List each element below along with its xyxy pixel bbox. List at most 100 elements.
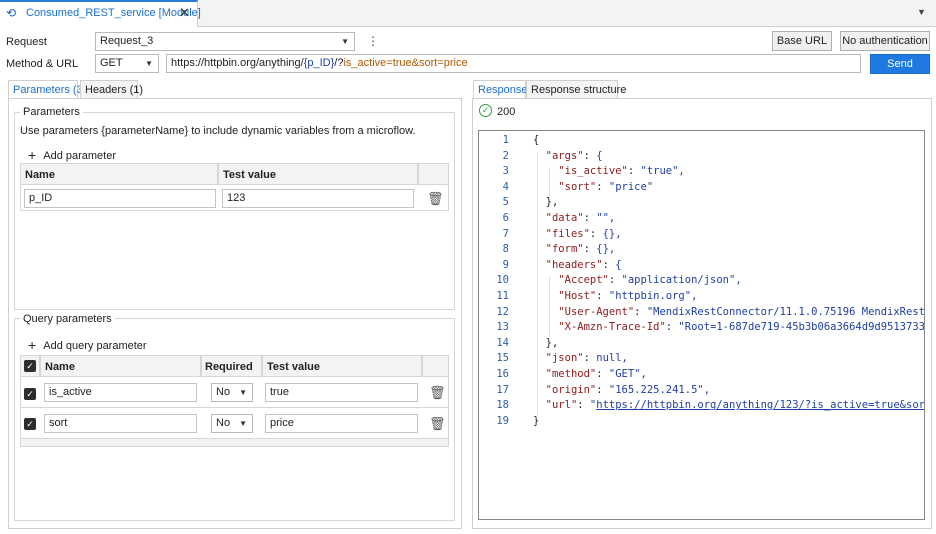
line-content: "url": "https://httpbin.org/anything/123… xyxy=(545,399,925,412)
grid-footer xyxy=(20,439,449,447)
required-select[interactable]: No ▼ xyxy=(211,414,253,433)
line-content: "X-Amzn-Trace-Id": "Root=1-687de719-45b3… xyxy=(558,321,925,334)
chevron-down-icon: ▼ xyxy=(341,37,349,46)
query-name-input[interactable]: is_active xyxy=(44,383,197,402)
parameters-group-title: Parameters xyxy=(20,106,83,118)
chevron-down-icon[interactable]: ▼ xyxy=(917,7,926,17)
code-line: 5 }, xyxy=(479,196,924,212)
rest-service-icon: ⟲ xyxy=(6,6,17,20)
add-query-parameter-button[interactable]: + Add query parameter xyxy=(28,336,147,353)
code-line: 11 "Host": "httpbin.org", xyxy=(479,290,924,306)
required-value: No xyxy=(216,386,231,398)
base-url-button[interactable]: Base URL xyxy=(772,31,832,51)
document-tab[interactable]: ⟲ Consumed_REST_service [Module] ✕ xyxy=(0,0,201,27)
check-circle-icon: ✓ xyxy=(479,104,492,117)
line-content: "is_active": "true", xyxy=(558,165,685,178)
send-button[interactable]: Send xyxy=(870,54,930,74)
line-number: 9 xyxy=(502,258,509,271)
code-line: 3 "is_active": "true", xyxy=(479,165,924,181)
document-tab-title: Consumed_REST_service [Module] xyxy=(26,7,201,19)
url-prefix: https://httpbin.org/anything/ xyxy=(171,57,304,69)
method-select[interactable]: GET ▼ xyxy=(95,54,159,73)
line-content: "User-Agent": "MendixRestConnector/11.1.… xyxy=(558,305,925,318)
add-parameter-label: Add parameter xyxy=(43,150,117,162)
line-number: 3 xyxy=(502,165,509,178)
chevron-down-icon: ▼ xyxy=(239,419,247,428)
line-number: 16 xyxy=(496,368,509,380)
authentication-button[interactable]: No authentication xyxy=(840,31,930,51)
line-content: "method": "GET", xyxy=(545,368,647,380)
column-header-test-value: Test value xyxy=(218,163,418,185)
query-parameters-group-title: Query parameters xyxy=(20,313,115,325)
parameters-group xyxy=(14,112,455,310)
request-label: Request xyxy=(6,36,47,48)
line-content: "headers": { xyxy=(545,258,622,271)
line-number: 17 xyxy=(496,383,509,396)
line-content: }, xyxy=(533,196,559,209)
code-line: 13 "X-Amzn-Trace-Id": "Root=1-687de719-4… xyxy=(479,321,924,337)
line-number: 2 xyxy=(502,149,509,162)
url-input[interactable]: https://httpbin.org/anything/{p_ID}/?is_… xyxy=(166,54,861,73)
trash-icon[interactable]: 🗑 xyxy=(429,416,446,432)
line-content: "sort": "price" xyxy=(558,180,654,193)
line-number: 11 xyxy=(496,290,509,302)
line-content: "origin": "165.225.241.5", xyxy=(545,383,711,396)
tab-response[interactable]: Response xyxy=(473,80,528,99)
url-query: is_active=true&sort=price xyxy=(343,57,468,69)
line-content: "form": {}, xyxy=(545,243,616,256)
row-checkbox[interactable]: ✓ xyxy=(24,418,36,430)
code-line: 4 "sort": "price" xyxy=(479,181,924,197)
code-line: 2 "args": { xyxy=(479,150,924,166)
status-code: 200 xyxy=(497,106,516,118)
line-number: 5 xyxy=(502,196,509,209)
line-number: 1 xyxy=(502,134,509,146)
line-number: 14 xyxy=(496,336,509,349)
required-select[interactable]: No ▼ xyxy=(211,383,253,402)
line-number: 18 xyxy=(496,399,509,412)
line-content: "Host": "httpbin.org", xyxy=(558,290,698,302)
add-parameter-button[interactable]: + Add parameter xyxy=(28,146,117,163)
line-number: 7 xyxy=(502,227,509,240)
code-line: 7 "files": {}, xyxy=(479,228,924,244)
column-header-name: Name xyxy=(40,355,201,377)
column-header-actions xyxy=(418,163,449,185)
code-line: 18 "url": "https://httpbin.org/anything/… xyxy=(479,399,924,415)
line-content: "args": { xyxy=(545,149,603,162)
line-number: 15 xyxy=(496,352,509,365)
tab-response-structure[interactable]: Response structure xyxy=(526,80,626,99)
line-number: 6 xyxy=(502,212,509,224)
line-content: } xyxy=(533,414,540,427)
line-content: "data": "", xyxy=(545,212,616,224)
row-checkbox[interactable]: ✓ xyxy=(24,388,36,400)
column-header-actions xyxy=(422,355,449,377)
select-all-checkbox[interactable]: ✓ xyxy=(24,360,36,372)
column-header-required: Required xyxy=(201,355,262,377)
method-url-label: Method & URL xyxy=(6,58,79,70)
code-line: 15 "json": null, xyxy=(479,352,924,368)
line-number: 8 xyxy=(502,243,509,256)
line-content: "json": null, xyxy=(545,352,628,365)
query-test-value-input[interactable]: price xyxy=(265,414,418,433)
parameter-test-value-input[interactable]: 123 xyxy=(222,189,414,208)
line-content: "Accept": "application/json", xyxy=(558,274,742,287)
response-body-viewer[interactable]: 1{2 "args": {3 "is_active": "true", 4 "so… xyxy=(478,130,925,520)
column-header-test-value: Test value xyxy=(262,355,422,377)
close-tab-icon[interactable]: ✕ xyxy=(179,5,190,21)
required-value: No xyxy=(216,417,231,429)
parameters-description: Use parameters {parameterName} to includ… xyxy=(20,125,416,137)
more-options-icon[interactable]: ⋮ xyxy=(367,34,379,48)
request-select[interactable]: Request_3 ▼ xyxy=(95,32,355,51)
trash-icon[interactable]: 🗑 xyxy=(429,385,446,401)
query-test-value-input[interactable]: true xyxy=(265,383,418,402)
tab-parameters[interactable]: Parameters (3) xyxy=(8,80,86,99)
query-name-input[interactable]: sort xyxy=(44,414,197,433)
code-line: 9 "headers": { xyxy=(479,259,924,275)
plus-icon: + xyxy=(28,337,37,353)
code-line: 17 "origin": "165.225.241.5", xyxy=(479,384,924,400)
url-parameter: {p_ID} xyxy=(303,57,335,69)
trash-icon[interactable]: 🗑 xyxy=(427,191,444,207)
line-content: "files": {}, xyxy=(545,227,622,240)
tab-headers[interactable]: Headers (1) xyxy=(80,80,143,99)
parameter-name-input[interactable]: p_ID xyxy=(24,189,216,208)
line-number: 10 xyxy=(496,274,509,287)
